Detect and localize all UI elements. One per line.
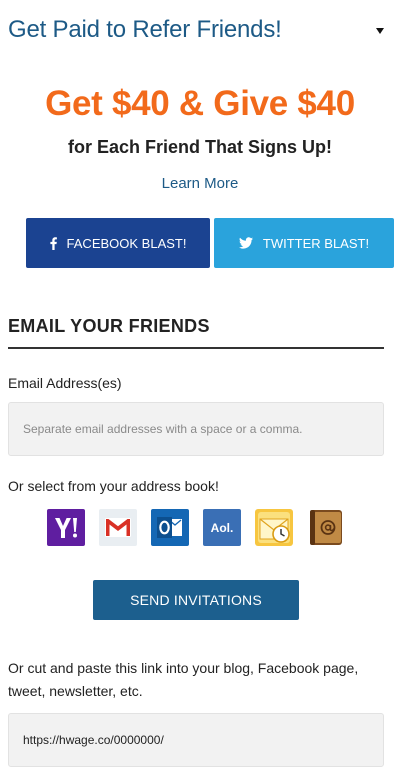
- page-title: Get Paid to Refer Friends!: [8, 16, 282, 43]
- facebook-blast-button[interactable]: FACEBOOK BLAST!: [26, 218, 210, 268]
- twitter-blast-button[interactable]: TWITTER BLAST!: [214, 218, 394, 268]
- email-addresses-input[interactable]: [8, 402, 384, 456]
- twitter-blast-label: TWITTER BLAST!: [262, 235, 370, 251]
- aol-icon-text: Aol.: [211, 521, 234, 535]
- referral-link-field[interactable]: https://hwage.co/0000000/: [8, 713, 384, 767]
- facebook-icon: [49, 236, 57, 250]
- referral-header[interactable]: Get Paid to Refer Friends!: [8, 16, 392, 50]
- email-field-label: Email Address(es): [8, 375, 122, 391]
- address-book-label: Or select from your address book!: [8, 478, 219, 494]
- promo-subheadline: for Each Friend That Signs Up!: [67, 137, 332, 157]
- share-link-instructions: Or cut and paste this link into your blo…: [8, 660, 359, 699]
- twitter-icon: [238, 237, 253, 249]
- send-invitations-button[interactable]: SEND INVITATIONS: [93, 580, 299, 620]
- referral-page: Get Paid to Refer Friends! Get $40 & Giv…: [0, 0, 400, 777]
- triangle-down-icon[interactable]: [374, 25, 386, 37]
- facebook-blast-label: FACEBOOK BLAST!: [66, 235, 187, 251]
- outlook-express-icon[interactable]: [255, 509, 293, 546]
- referral-link-url[interactable]: https://hwage.co/0000000/: [23, 733, 164, 747]
- address-book-icon[interactable]: [307, 509, 345, 546]
- outlook-icon[interactable]: [151, 509, 189, 546]
- learn-more-link[interactable]: Learn More: [0, 175, 400, 192]
- gmail-icon[interactable]: [99, 509, 137, 546]
- email-section-title: EMAIL YOUR FRIENDS: [8, 316, 210, 336]
- promo-headline: Get $40 & Give $40: [45, 84, 355, 123]
- yahoo-icon[interactable]: [47, 509, 85, 546]
- aol-icon[interactable]: Aol.: [203, 509, 241, 546]
- section-divider: [8, 347, 384, 349]
